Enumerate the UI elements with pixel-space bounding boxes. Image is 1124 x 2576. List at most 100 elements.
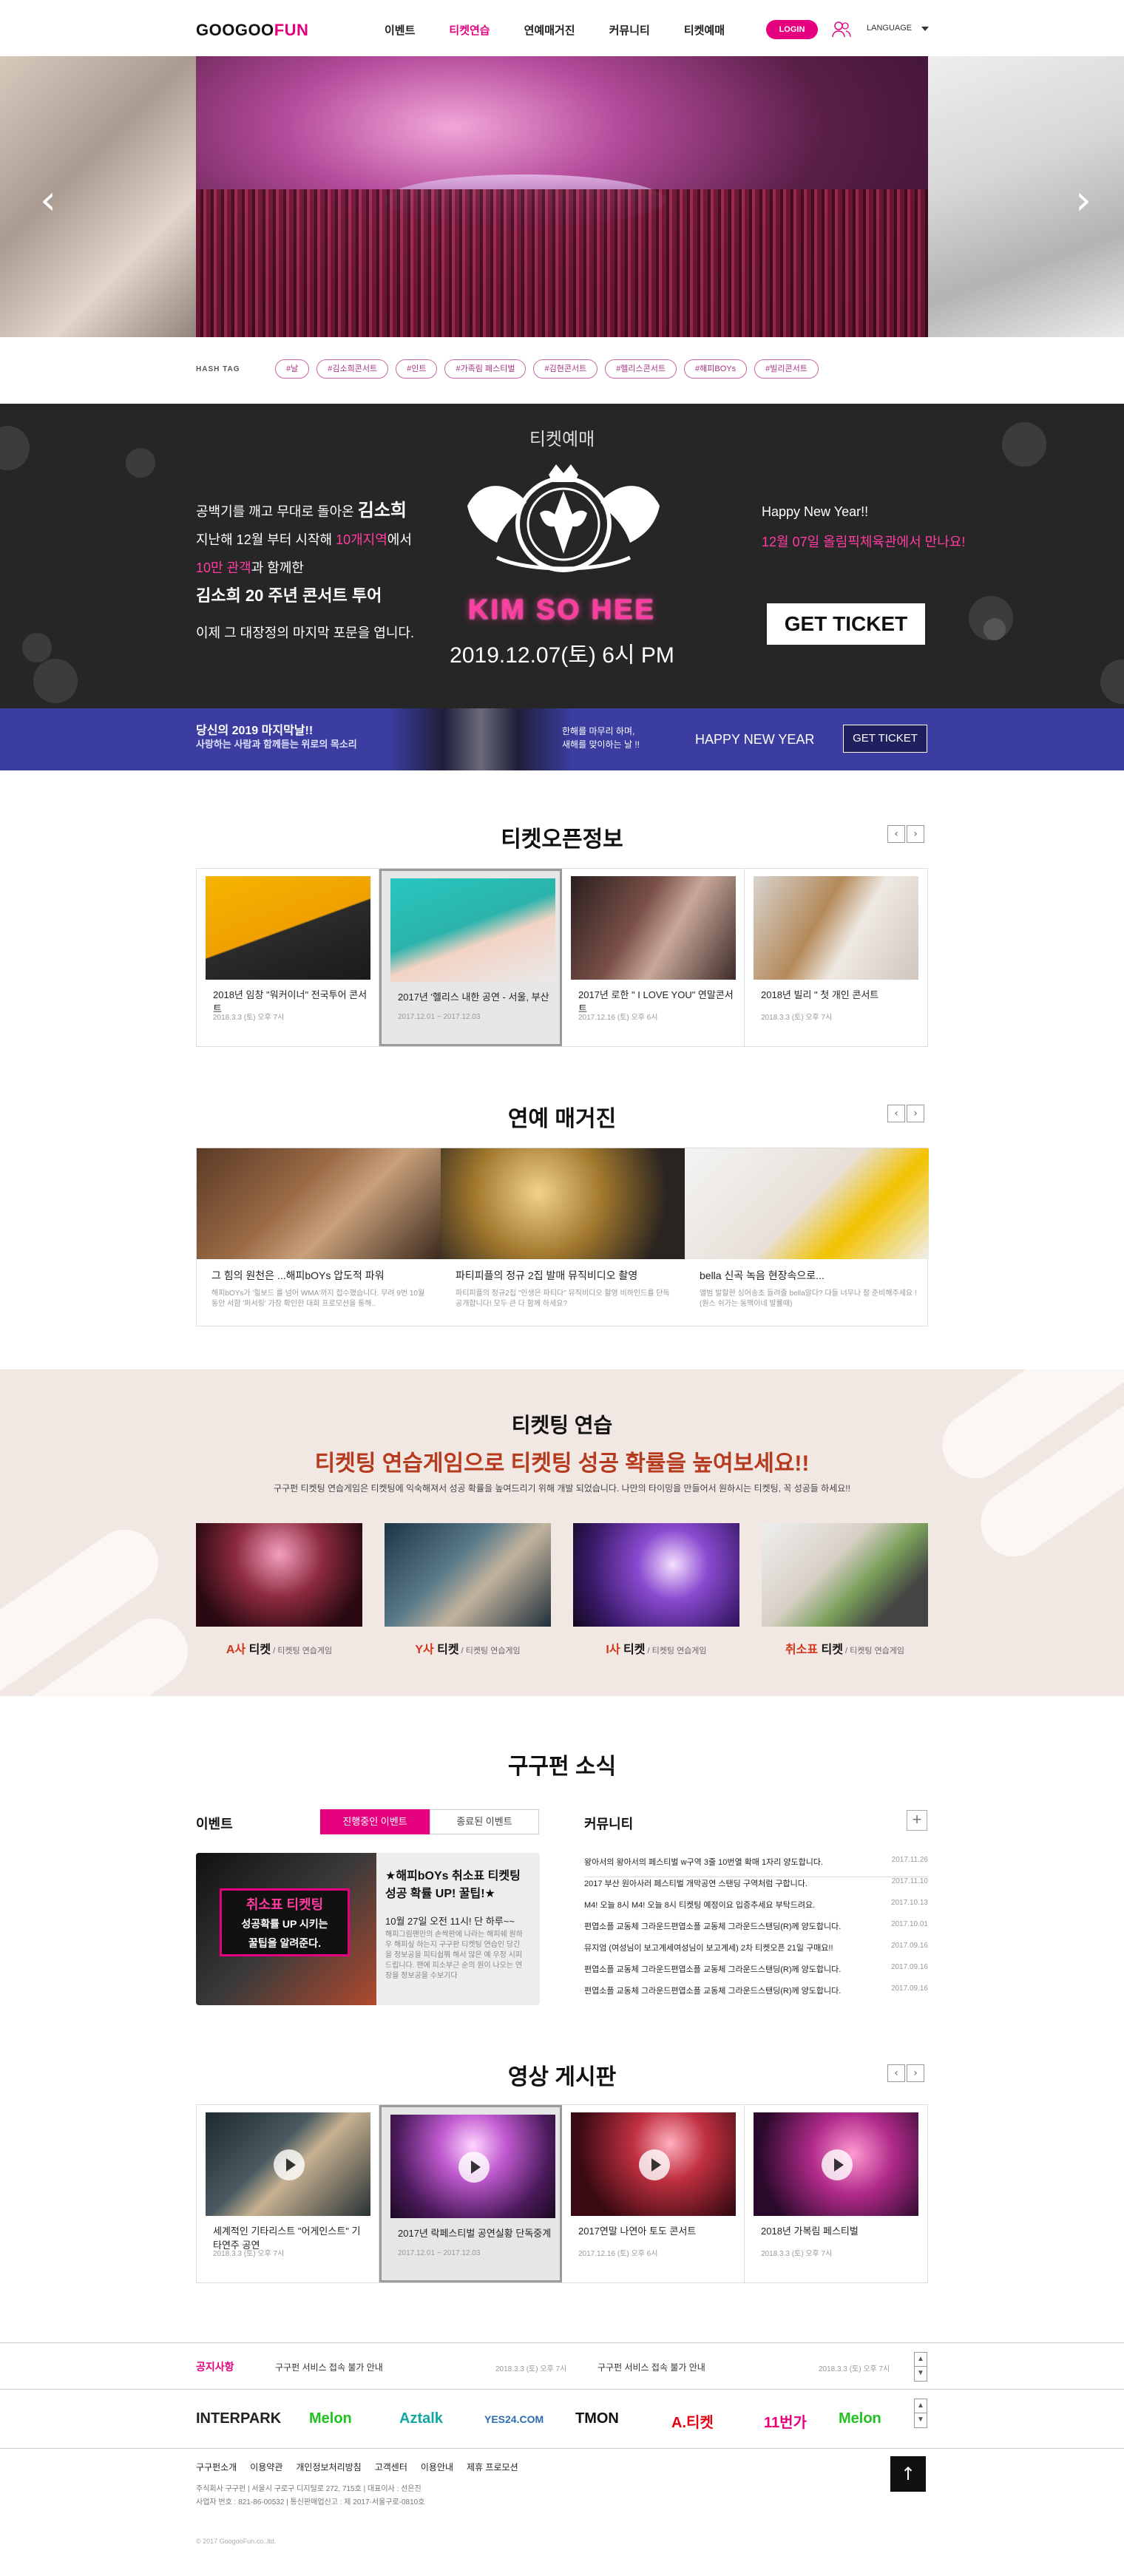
video-card[interactable]: 세계적인 기타리스트 "어게인스트" 기타연주 공연 2018.3.3 (토) …: [197, 2105, 379, 2282]
footer-link[interactable]: 이용안내: [421, 2461, 453, 2473]
company-info: 주식회사 구구펀 | 서울시 구로구 디지털로 272, 715호 | 대표이사…: [196, 2483, 424, 2509]
chevron-down-icon[interactable]: [921, 27, 929, 31]
prev-button[interactable]: ‹: [887, 825, 905, 843]
video-card[interactable]: 2017연말 나연아 토도 콘서트 2017.12.16 (토) 오후 6시: [562, 2105, 745, 2282]
magazine-item[interactable]: 그 힘의 원천은 ...해피bOYs 압도적 파워 해피bOYs가 '힐보드 를…: [211, 1268, 433, 1309]
nav-magazine[interactable]: 연예매거진: [524, 22, 575, 38]
tab-active-events[interactable]: 진행중인 이벤트: [320, 1809, 430, 1834]
notice-date: 2018.3.3 (토) 오후 7시: [495, 2365, 567, 2373]
nav-ticket-practice[interactable]: 티켓연습: [449, 22, 490, 38]
prev-button[interactable]: ‹: [887, 2064, 905, 2082]
partner-logo[interactable]: A.티켓: [671, 2410, 714, 2432]
ticket-card[interactable]: 2017년 로한 " I LOVE YOU" 연말콘서트 2017.12.16 …: [562, 869, 745, 1046]
partner-logo[interactable]: Aztalk: [399, 2410, 443, 2427]
hashtag[interactable]: #날: [275, 359, 310, 379]
nav-community[interactable]: 커뮤니티: [609, 22, 650, 38]
play-icon[interactable]: [458, 2152, 490, 2183]
community-row[interactable]: 편엽소플 교동체 그라운드편엽소플 교동체 그라운드스탠딩(R)께 양도합니다.…: [584, 1963, 928, 1984]
hashtag[interactable]: #가족림 페스티벌: [444, 359, 527, 379]
magazine-item[interactable]: bella 신곡 녹음 현장속으로... 앨범 발할한 싱어송초 들려줄 bel…: [700, 1268, 921, 1309]
magazine-image[interactable]: [197, 1148, 441, 1259]
scroll-top-button[interactable]: ↑: [890, 2456, 926, 2492]
practice-brand: I사: [606, 1644, 620, 1656]
login-button[interactable]: LOGIN: [766, 20, 818, 39]
chevron-right-icon[interactable]: ›: [1069, 178, 1098, 223]
video-card[interactable]: 2017년 락페스티벌 공연실황 단독중계 2017.12.01 ~ 2017.…: [379, 2105, 562, 2282]
hero-prev-overlay: [0, 56, 196, 337]
ticket-card[interactable]: 2018년 임창 "워커이너" 전국투어 콘서트 2018.3.3 (토) 오후…: [197, 869, 379, 1046]
footer-link[interactable]: 고객센터: [375, 2461, 407, 2473]
hashtag[interactable]: #인트: [396, 359, 438, 379]
magazine-image[interactable]: [685, 1148, 929, 1259]
prev-button[interactable]: ‹: [887, 1105, 905, 1122]
notice-scroll-buttons: ▲ ▼: [914, 2352, 927, 2382]
community-row[interactable]: 편엽소플 교동체 그라운드편엽소플 교동체 그라운드스탠딩(R)께 양도합니다.…: [584, 1920, 928, 1942]
community-row-title: 뮤지엄 (여성님이 보고계세여성님이 보고계세) 2차 티켓오픈 21일 구매요…: [584, 1944, 833, 1953]
chevron-down-icon[interactable]: ▼: [915, 2367, 927, 2381]
practice-label[interactable]: 취소표 티켓 / 티켓팅 연습게임: [762, 1639, 928, 1657]
ticket-card[interactable]: 2017년 '헬리스 내한 공연 - 서울, 부산 2017.12.01 ~ 2…: [379, 869, 562, 1046]
hashtag[interactable]: #빌리콘서트: [754, 359, 819, 379]
event-card[interactable]: 취소표 티켓팅 성공확률 UP 시키는 꿀팁을 알려준다. ★해피bOYs 취소…: [196, 1853, 540, 2005]
chevron-down-icon[interactable]: ▼: [915, 2413, 927, 2427]
play-icon[interactable]: [274, 2149, 305, 2180]
practice-image[interactable]: [385, 1523, 551, 1627]
partner-logo[interactable]: 11번가: [764, 2410, 807, 2432]
partner-logo[interactable]: YES24.COM: [484, 2413, 544, 2425]
practice-label[interactable]: A사 티켓 / 티켓팅 연습게임: [196, 1639, 362, 1657]
magazine-item[interactable]: 파티피플의 정규 2집 발매 뮤직비디오 촬영 파티피플의 정규2집 "인생은 …: [456, 1268, 677, 1309]
logo[interactable]: GOOGOOFUN: [196, 21, 308, 40]
play-icon[interactable]: [822, 2149, 853, 2180]
magazine-image[interactable]: [441, 1148, 685, 1259]
notice-item[interactable]: 구구펀 서비스 접속 불가 안내: [275, 2361, 383, 2373]
community-row[interactable]: 왕아서의 왕아서의 페스티벌 w구역 3줄 10번열 확매 1자리 양도합니다.…: [584, 1856, 928, 1877]
hashtag[interactable]: #헬리스콘서트: [605, 359, 677, 379]
event-title: ★해피bOYs 취소표 티켓팅 성공 확률 UP! 꿀팁!★: [385, 1870, 521, 1900]
partner-logo[interactable]: Melon: [839, 2410, 881, 2427]
language-select[interactable]: LANGUAGE: [867, 24, 912, 33]
band-get-ticket-button[interactable]: GET TICKET: [843, 725, 927, 753]
chevron-up-icon[interactable]: ▲: [915, 2399, 927, 2413]
chevron-left-icon[interactable]: ‹: [33, 178, 63, 223]
practice-label[interactable]: I사 티켓 / 티켓팅 연습게임: [573, 1639, 739, 1657]
practice-image[interactable]: [196, 1523, 362, 1627]
next-button[interactable]: ›: [907, 2064, 924, 2082]
play-icon[interactable]: [639, 2149, 670, 2180]
community-row[interactable]: 뮤지엄 (여성님이 보고계세여성님이 보고계세) 2차 티켓오픈 21일 구매요…: [584, 1942, 928, 1963]
practice-ticket: 티켓: [246, 1644, 271, 1656]
ticket-card[interactable]: 2018년 빌리 " 첫 개인 콘서트 2018.3.3 (토) 오후 7시: [745, 869, 927, 1046]
card-title: 2018년 가복림 페스티벌: [761, 2226, 859, 2237]
community-row[interactable]: 편엽소플 교동체 그라운드편엽소플 교동체 그라운드스탠딩(R)께 양도합니다.…: [584, 1984, 928, 2006]
practice-image[interactable]: [573, 1523, 739, 1627]
more-button[interactable]: +: [907, 1810, 927, 1831]
nav-ticket-booking[interactable]: 티켓예매: [684, 22, 725, 38]
hashtag[interactable]: #해피BOYs: [684, 359, 748, 379]
get-ticket-button[interactable]: GET TICKET: [767, 603, 925, 645]
community-row[interactable]: 2017 부산 원아사러 페스티벌 개막공연 스탠딩 구역처럼 구합니다. 201…: [584, 1877, 928, 1899]
video-card[interactable]: 2018년 가복림 페스티벌 2018.3.3 (토) 오후 7시: [745, 2105, 927, 2282]
chevron-up-icon[interactable]: ▲: [915, 2353, 927, 2367]
footer-link[interactable]: 구구펀소개: [196, 2461, 237, 2473]
practice-label[interactable]: Y사 티켓 / 티켓팅 연습게임: [385, 1639, 551, 1657]
partner-logo[interactable]: INTERPARK: [196, 2410, 281, 2427]
footer-link[interactable]: 개인정보처리방침: [296, 2461, 361, 2473]
next-button[interactable]: ›: [907, 1105, 924, 1122]
hero-slider: ‹ ›: [0, 56, 1124, 337]
copy-text: 과 함께한: [251, 560, 304, 575]
footer-link[interactable]: 제휴 프로모션: [467, 2461, 518, 2473]
community-row[interactable]: M4! 오늘 8시 M4! 오늘 8시 티켓팅 예정이요 입증추세요 부탁드려요…: [584, 1899, 928, 1920]
tab-ended-events[interactable]: 종료된 이벤트: [430, 1809, 539, 1834]
partner-logo[interactable]: TMON: [575, 2410, 619, 2427]
partner-logo[interactable]: Melon: [309, 2410, 352, 2427]
footer-link[interactable]: 이용약관: [250, 2461, 282, 2473]
band-headline: 당신의 2019 마지막날!! 사랑하는 사람과 함께듣는 위로의 목소리: [196, 725, 357, 751]
nav-event[interactable]: 이벤트: [385, 22, 415, 38]
copy-text: 이제 그 대장정의 마지막 포문을 엽니다.: [196, 626, 414, 640]
ticketing-practice-section: 티켓팅 연습 티켓팅 연습게임으로 티켓팅 성공 확률을 높여보세요!! 구구펀…: [0, 1369, 1124, 1696]
hashtag[interactable]: #김소희콘서트: [316, 359, 389, 379]
hashtag[interactable]: #김현콘서트: [533, 359, 598, 379]
practice-image[interactable]: [762, 1523, 928, 1627]
notice-item[interactable]: 구구펀 서비스 접속 불가 안내: [597, 2361, 705, 2373]
users-icon[interactable]: [831, 19, 852, 40]
next-button[interactable]: ›: [907, 825, 924, 843]
